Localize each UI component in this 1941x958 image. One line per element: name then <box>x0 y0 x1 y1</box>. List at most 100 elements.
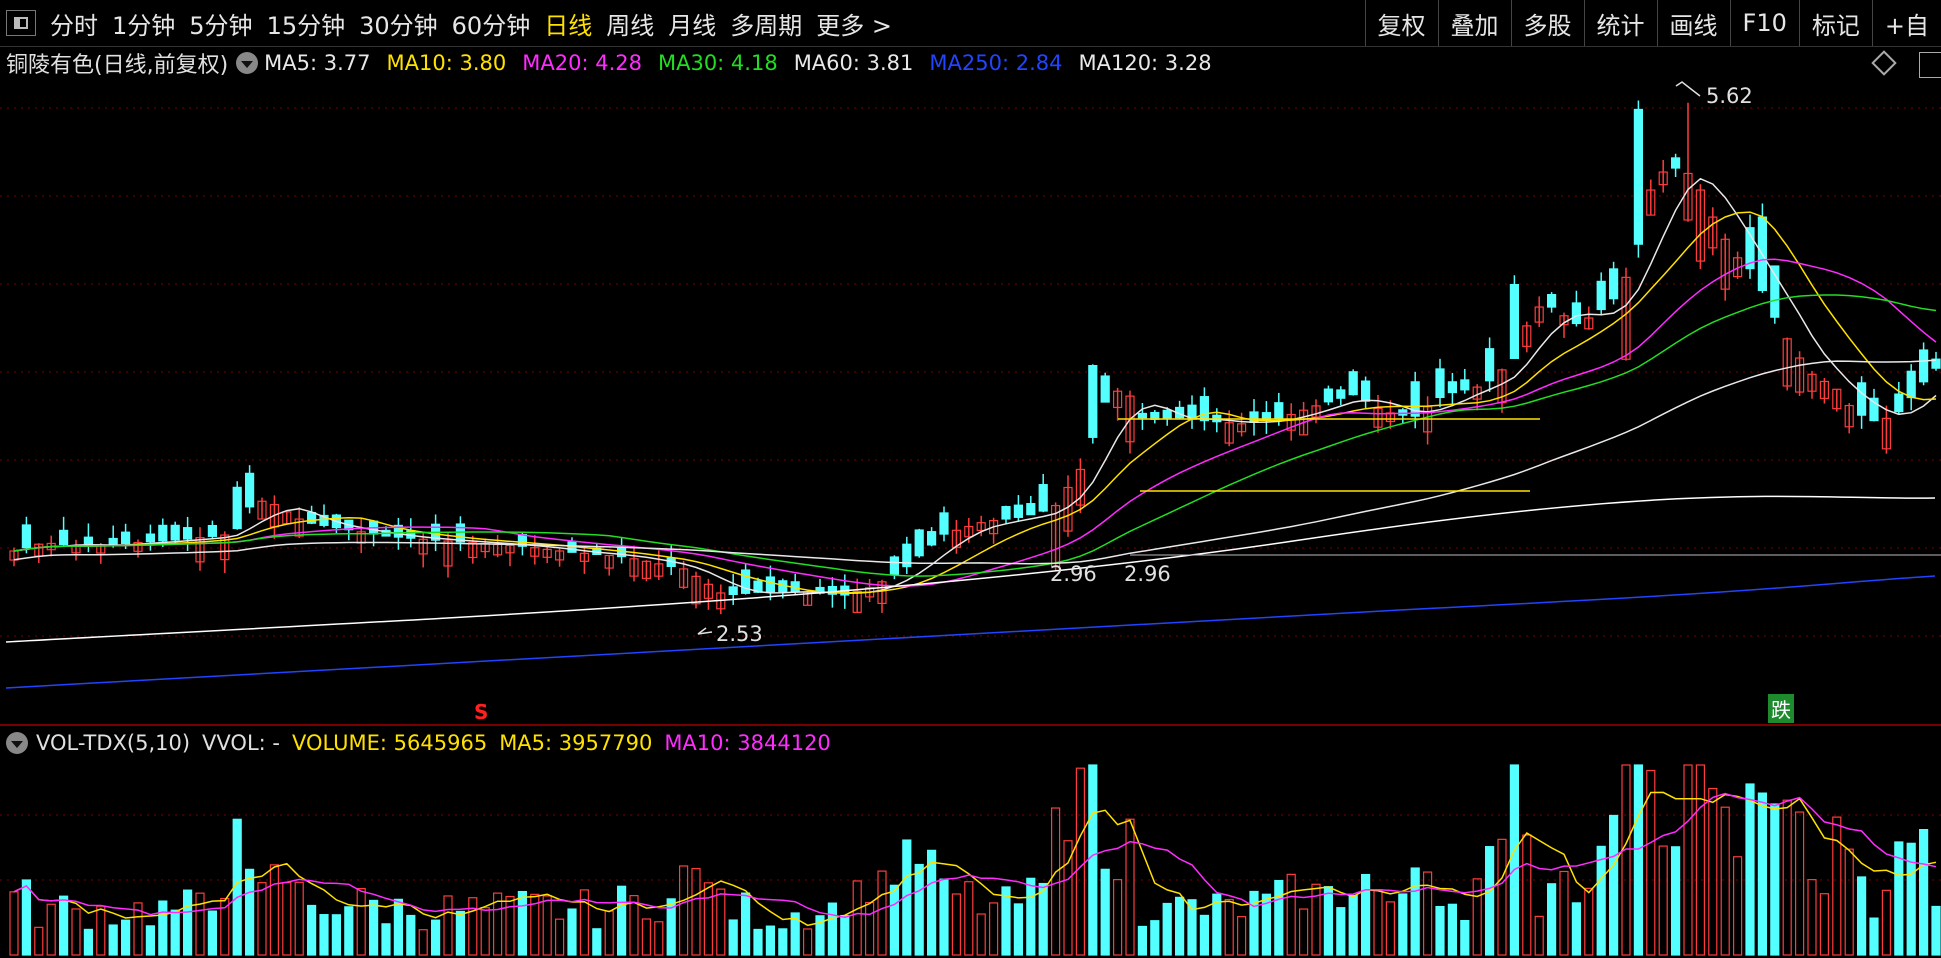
volume-bar-64 <box>802 928 813 956</box>
volume-bar-84 <box>1050 807 1061 956</box>
candle-body-109 <box>1360 380 1371 402</box>
volume-bar-81 <box>1013 903 1024 956</box>
candle-body-119 <box>1484 348 1495 382</box>
volume-bar-74 <box>926 849 937 956</box>
volume-bar-35 <box>443 895 453 956</box>
volume-bar-110 <box>1373 889 1383 956</box>
volume-bar-66 <box>827 902 838 956</box>
volume-bar-30 <box>381 923 391 956</box>
volume-bar-27 <box>344 906 354 956</box>
candle-body-12 <box>158 524 168 542</box>
vol-ma10-value: MA10: 3844120 <box>664 731 831 755</box>
volume-bar-102 <box>1274 879 1284 956</box>
volume-bar-36 <box>455 910 465 956</box>
volume-bar-92 <box>1150 920 1160 956</box>
volume-bar-25 <box>319 914 329 956</box>
volume-bar-37 <box>468 897 478 956</box>
volume-bar-11 <box>145 925 155 956</box>
volume-bar-123 <box>1534 915 1544 956</box>
volume-bar-82 <box>1026 877 1036 956</box>
candle-body-96 <box>1199 396 1210 422</box>
candle-body-9 <box>120 531 131 545</box>
candle-body-74 <box>926 531 937 546</box>
volume-bar-139 <box>1732 856 1743 956</box>
candle-body-16 <box>207 524 217 537</box>
volume-ma10-line <box>13 792 1937 919</box>
candle-body-153 <box>1906 370 1916 399</box>
ma250-line <box>5 575 1936 689</box>
volume-bar-122 <box>1522 834 1532 956</box>
ma5-line <box>13 177 1937 594</box>
ma30-line <box>13 294 1937 577</box>
volume-bar-120 <box>1497 838 1507 956</box>
candle-body-13 <box>170 524 180 541</box>
volume-bar-60 <box>753 928 763 956</box>
volume-bar-125 <box>1559 870 1569 956</box>
candle-body-102 <box>1274 402 1284 419</box>
volume-bar-44 <box>554 918 565 956</box>
volume-bar-116 <box>1447 903 1458 956</box>
fall-signal-badge: 跌 <box>1768 694 1794 723</box>
volume-bar-150 <box>1869 917 1879 956</box>
volume-bar-58 <box>728 919 738 956</box>
vvol-value: VVOL: - <box>202 731 280 755</box>
candle-body-19 <box>245 472 255 508</box>
volume-bar-148 <box>1844 848 1854 956</box>
volume-bar-76 <box>951 893 962 956</box>
volume-bar-155 <box>1931 905 1941 956</box>
volume-bar-7 <box>96 905 106 956</box>
volume-bar-115 <box>1435 905 1445 956</box>
volume-legend: VOL-TDX(5,10) VVOL: - VOLUME: 5645965 MA… <box>6 728 843 758</box>
volume-bar-70 <box>877 870 887 956</box>
volume-bar-68 <box>852 880 862 956</box>
volume-bar-151 <box>1881 889 1892 956</box>
volume-bar-20 <box>257 882 267 956</box>
volume-bar-24 <box>307 904 317 956</box>
volume-bar-111 <box>1385 901 1396 956</box>
peak-price-label: 5.62 <box>1706 84 1753 108</box>
candle-body-129 <box>1608 268 1619 300</box>
volume-bar-79 <box>988 902 999 956</box>
volume-bar-21 <box>269 864 279 956</box>
candle-body-80 <box>1001 506 1011 520</box>
volume-bar-45 <box>567 908 577 956</box>
volume-bar-2 <box>34 926 44 956</box>
volume-bar-31 <box>393 898 403 956</box>
volume-bar-61 <box>765 925 776 956</box>
volume-bar-135 <box>1683 764 1693 956</box>
volume-bar-32 <box>406 914 416 956</box>
candle-body-59 <box>740 569 751 594</box>
candle-body-18 <box>232 486 242 530</box>
volume-bar-50 <box>629 895 639 956</box>
volume-bar-100 <box>1249 890 1259 956</box>
volume-bar-128 <box>1596 845 1606 956</box>
candle-body-154 <box>1918 349 1929 383</box>
volume-bar-40 <box>505 895 515 956</box>
volume-bar-96 <box>1199 914 1210 956</box>
volume-bar-3 <box>46 903 56 956</box>
volume-bar-154 <box>1918 828 1929 956</box>
volume-bar-19 <box>245 868 255 956</box>
volume-bar-143 <box>1782 799 1792 956</box>
candle-body-134 <box>1670 157 1681 169</box>
volume-bar-8 <box>108 924 118 956</box>
volume-bar-106 <box>1323 886 1334 956</box>
volume-bar-49 <box>616 885 627 956</box>
volume-bar-59 <box>740 892 751 956</box>
volume-bar-127 <box>1584 887 1594 956</box>
volume-bar-38 <box>480 907 490 956</box>
volume-bar-112 <box>1398 893 1408 956</box>
volume-bar-23 <box>294 881 304 956</box>
volume-bar-33 <box>418 929 428 956</box>
volume-bar-144 <box>1794 811 1805 956</box>
volume-bar-99 <box>1236 916 1247 956</box>
volume-bar-71 <box>889 884 900 956</box>
volume-bar-57 <box>716 888 726 956</box>
volume-bar-87 <box>1088 764 1098 956</box>
volume-bar-16 <box>207 910 217 956</box>
kline-chart[interactable] <box>0 0 1941 958</box>
chevron-down-icon[interactable] <box>6 732 28 754</box>
candle-body-93 <box>1162 409 1172 419</box>
volume-ma5-line <box>13 791 1937 927</box>
volume-bar-136 <box>1695 764 1706 956</box>
